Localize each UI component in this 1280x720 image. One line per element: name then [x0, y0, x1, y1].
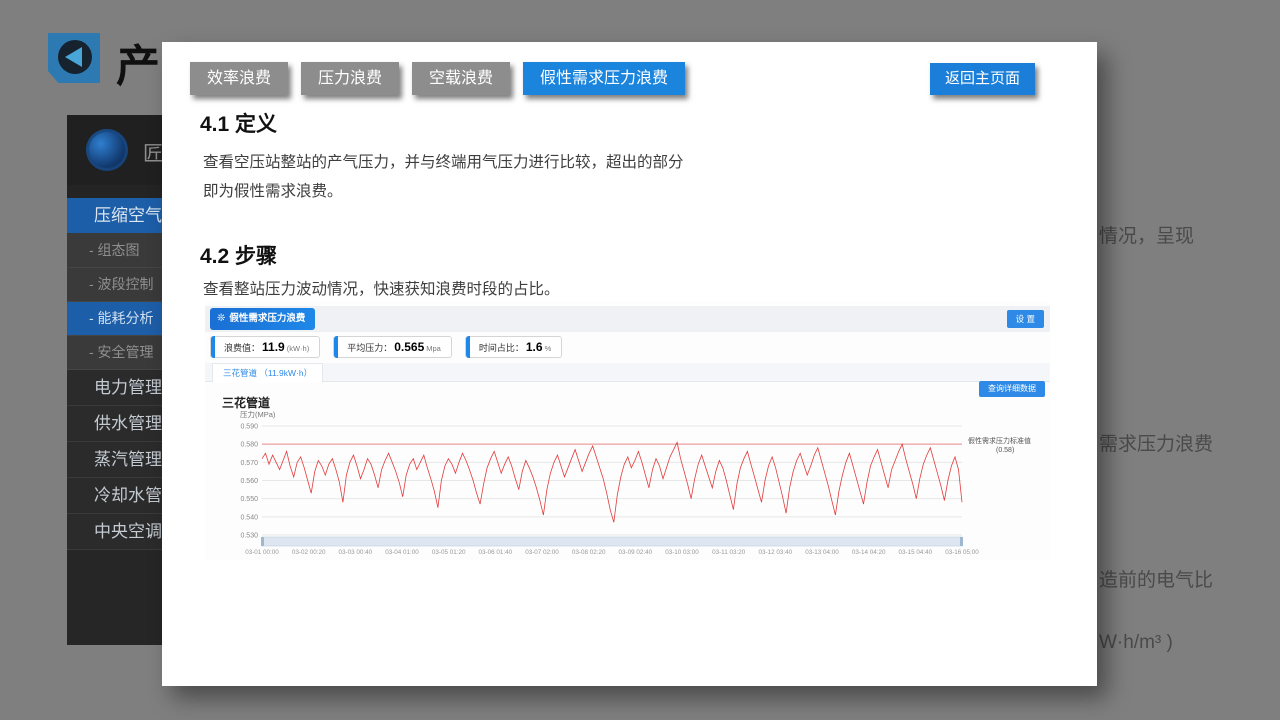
pressure-line-chart: 压力(MPa) 0.590 0.580 0.570 0.560 0.550 0.540 0.5…	[240, 408, 1050, 560]
sparkle-icon: ❊	[217, 313, 225, 324]
stat-label: 时间占比：	[479, 343, 524, 353]
svg-text:03-12 03:40: 03-12 03:40	[759, 549, 793, 556]
svg-text:03-16 05:00: 03-16 05:00	[945, 549, 979, 556]
stat-accent-bar	[334, 336, 338, 358]
help-modal: 效率浪费压力浪费空载浪费假性需求压力浪费 返回主页面 4.1 定义 查看空压站整…	[162, 42, 1097, 686]
screen: 产品 情况，呈现 需求压力浪费 造前的电气比 W·h/m³ ) 匠 压缩空气- …	[0, 0, 1280, 720]
svg-text:03-02 00:20: 03-02 00:20	[292, 549, 326, 556]
company-logo-icon	[86, 129, 128, 171]
stat-value: 0.565	[394, 340, 424, 354]
stat-box: 平均压力：0.565Mpa	[333, 336, 452, 358]
stat-box: 时间占比：1.6%	[465, 336, 562, 358]
tab[interactable]: 效率浪费	[190, 62, 288, 95]
svg-text:03-13 04:00: 03-13 04:00	[805, 549, 839, 556]
chart-holder: 压力(MPa) 0.590 0.580 0.570 0.560 0.550 0.540 0.5…	[240, 408, 1050, 560]
background-text-fragment: 情况，呈现	[1099, 221, 1194, 248]
svg-text:03-07 02:00: 03-07 02:00	[525, 549, 559, 556]
background-text-fragment: W·h/m³ )	[1099, 632, 1173, 654]
section-text: 查看整站压力波动情况，快速获知浪费时段的占比。	[203, 277, 560, 299]
back-arrow-glyph	[48, 33, 100, 83]
tab-bar: 效率浪费压力浪费空载浪费假性需求压力浪费	[190, 62, 685, 95]
pipe-tab-row: 三花管道 （11.9kW·h）	[205, 363, 1050, 382]
svg-text:假性需求压力标准值: 假性需求压力标准值	[968, 436, 1031, 445]
back-icon[interactable]	[48, 33, 100, 83]
svg-text:03-15 04:40: 03-15 04:40	[899, 549, 933, 556]
section-text: 查看空压站整站的产气压力，并与终端用气压力进行比较，超出的部分	[203, 150, 684, 172]
stat-box: 浪费值：11.9(kW·h)	[210, 336, 320, 358]
background-text-fragment: 需求压力浪费	[1099, 429, 1213, 456]
svg-text:0.550: 0.550	[240, 496, 258, 503]
section-text: 即为假性需求浪费。	[203, 179, 343, 201]
dashboard-header: ❊ 假性需求压力浪费 设 置	[205, 306, 1050, 332]
pipe-tab[interactable]: 三花管道 （11.9kW·h）	[212, 363, 323, 383]
sidebar-logo-label: 匠	[143, 137, 163, 166]
svg-text:0.530: 0.530	[240, 533, 258, 540]
svg-text:0.590: 0.590	[240, 424, 258, 431]
svg-text:03-14 04:20: 03-14 04:20	[852, 549, 886, 556]
svg-text:03-01 00:00: 03-01 00:00	[245, 549, 279, 556]
stat-accent-bar	[211, 336, 215, 358]
stat-unit: Mpa	[426, 344, 441, 353]
svg-text:压力(MPa): 压力(MPa)	[240, 409, 276, 419]
dashboard-title: 假性需求压力浪费	[229, 313, 305, 324]
svg-text:0.570: 0.570	[240, 460, 258, 467]
section-heading: 4.2 步骤	[200, 240, 277, 270]
svg-text:03-09 02:40: 03-09 02:40	[619, 549, 653, 556]
section-heading: 4.1 定义	[200, 108, 277, 138]
svg-text:03-04 01:00: 03-04 01:00	[385, 549, 419, 556]
svg-text:03-11 03:20: 03-11 03:20	[712, 549, 746, 556]
query-detail-button[interactable]: 查询详细数据	[979, 381, 1045, 397]
stat-unit: %	[545, 344, 552, 353]
background-text-fragment: 造前的电气比	[1099, 565, 1213, 592]
dashboard-title-badge: ❊ 假性需求压力浪费	[210, 308, 315, 330]
stat-value: 1.6	[526, 340, 543, 354]
return-home-button[interactable]: 返回主页面	[930, 63, 1035, 95]
svg-text:03-08 02:20: 03-08 02:20	[572, 549, 606, 556]
svg-text:0.580: 0.580	[240, 442, 258, 449]
dashboard-screenshot: ❊ 假性需求压力浪费 设 置 浪费值：11.9(kW·h) 平均压力：0.565Mp…	[205, 302, 1050, 560]
stats-row: 浪费值：11.9(kW·h) 平均压力：0.565Mpa 时间占比：1.6%	[210, 336, 562, 358]
stat-unit: (kW·h)	[287, 344, 310, 353]
settings-button[interactable]: 设 置	[1007, 310, 1044, 328]
tab[interactable]: 空载浪费	[412, 62, 510, 95]
svg-text:0.540: 0.540	[240, 514, 258, 521]
svg-text:03-03 00:40: 03-03 00:40	[339, 549, 373, 556]
stat-label: 浪费值：	[224, 343, 260, 353]
tab[interactable]: 压力浪费	[301, 62, 399, 95]
svg-text:(0.58): (0.58)	[996, 447, 1014, 454]
stat-accent-bar	[466, 336, 470, 358]
svg-text:03-10 03:00: 03-10 03:00	[665, 549, 699, 556]
svg-text:0.560: 0.560	[240, 478, 258, 485]
svg-text:03-05 01:20: 03-05 01:20	[432, 549, 466, 556]
stat-label: 平均压力：	[347, 343, 392, 353]
stat-value: 11.9	[262, 340, 285, 354]
svg-text:03-06 01:40: 03-06 01:40	[479, 549, 513, 556]
tab[interactable]: 假性需求压力浪费	[523, 62, 685, 95]
